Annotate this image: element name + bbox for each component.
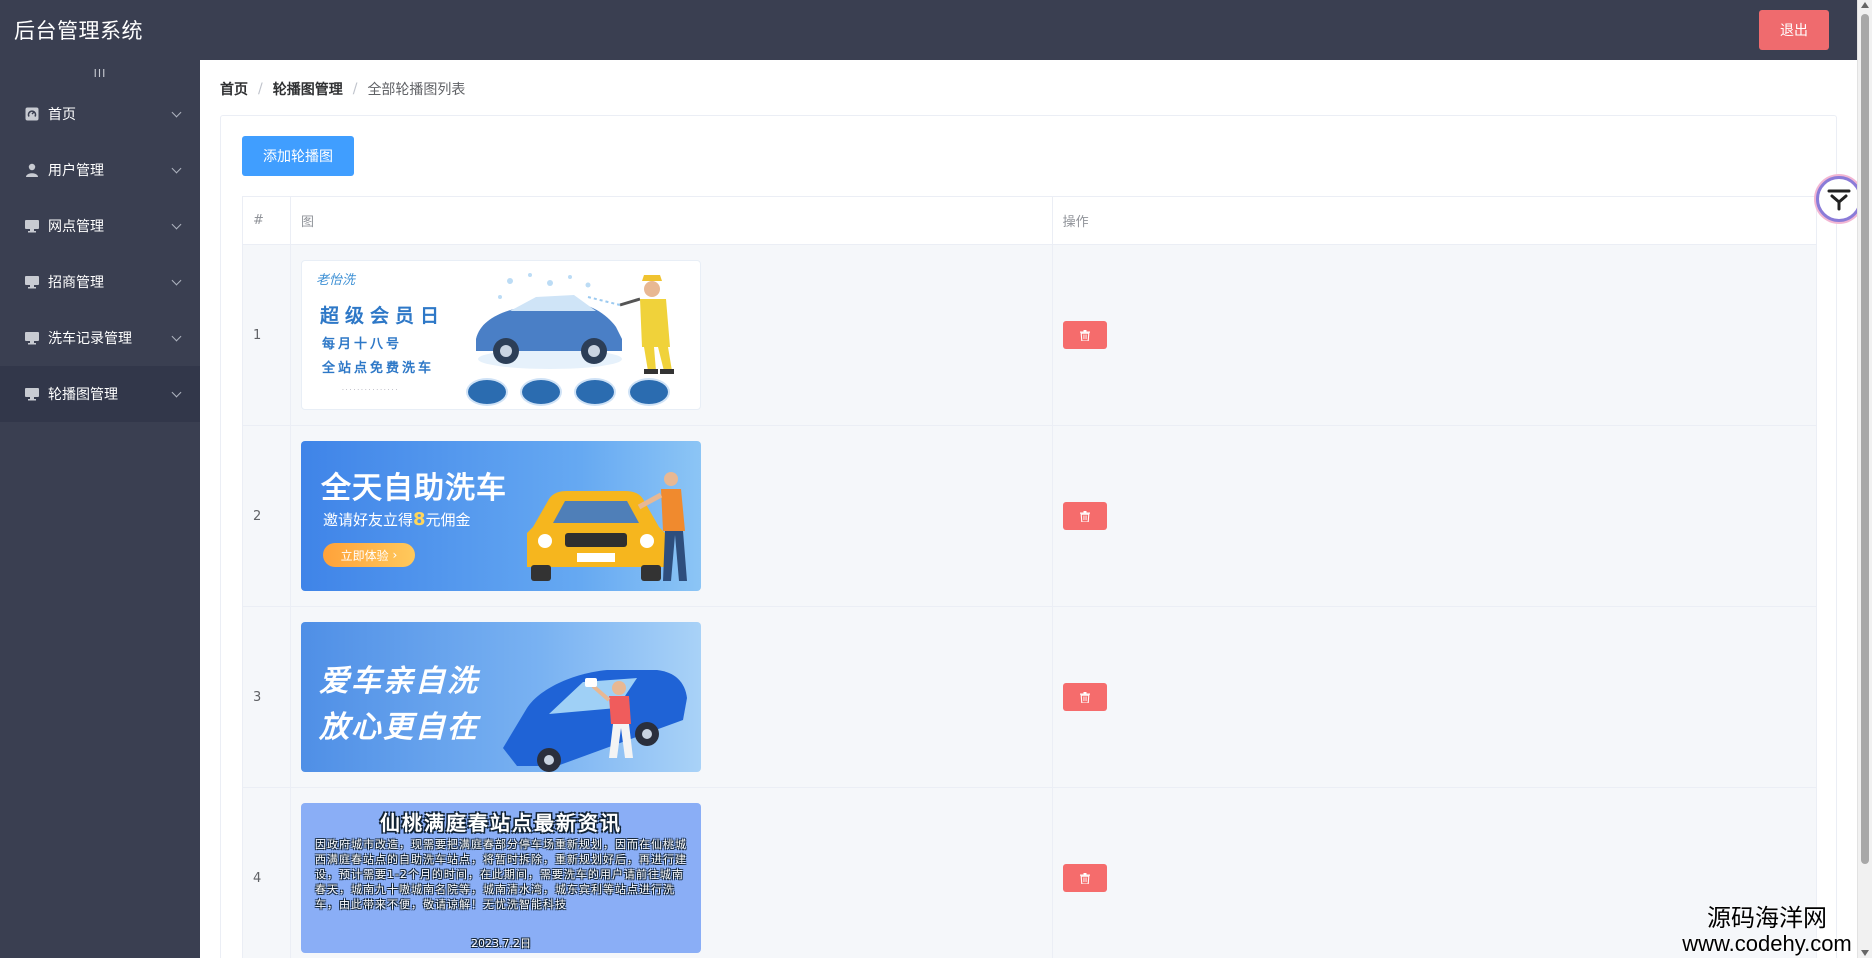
table-row: 1 老怡洗 超级会员日 每月十八号 全站点免费洗车 · · · · · · · …: [242, 244, 1818, 426]
chevron-down-icon: [171, 331, 182, 341]
banner-subline: 放心更自在: [318, 710, 479, 745]
breadcrumb-separator: /: [258, 81, 263, 97]
banner-subline: 邀请好友立得8元佣金: [323, 509, 471, 530]
user-icon: [24, 162, 40, 178]
dashboard-icon: [24, 106, 40, 122]
banner-headline: 爱车亲自洗: [318, 664, 479, 699]
carousel-image: 爱车亲自洗 放心更自在: [300, 622, 701, 772]
top-header: 后台管理系统 退出: [0, 0, 1857, 60]
car-wash-illustration: [475, 273, 674, 374]
sidebar-item-label: 轮播图管理: [48, 387, 118, 403]
banner-headline: 仙桃满庭春站点最新资讯: [379, 811, 622, 835]
sidebar-item-label: 网点管理: [48, 219, 104, 235]
breadcrumb-section[interactable]: 轮播图管理: [273, 79, 343, 99]
sidebar-item-carousel[interactable]: 轮播图管理: [0, 366, 200, 422]
table-row: 2 全天自助洗车 邀请好友立得8元佣金 立即体验 ›: [242, 425, 1818, 607]
breadcrumb-separator: /: [352, 81, 358, 97]
banner-body-text: 因政府城市改造，现需要把满庭春部分停车场重新规划，因而在仙桃城西满庭春站点的自助…: [314, 838, 687, 911]
monitor-icon: [24, 218, 40, 234]
trash-icon: [1079, 329, 1090, 341]
app-title: 后台管理系统: [14, 19, 143, 43]
main-content: 首页 / 轮播图管理 / 全部轮播图列表 添加轮播图 # 图 操作 1 老怡洗 …: [200, 60, 1857, 958]
sidebar-item-label: 首页: [48, 107, 76, 123]
table-row: 4 仙桃满庭春站点最新资讯 因政府城市改造，现需要把满庭春部分停车场重新规划，因…: [242, 787, 1818, 958]
row-index: 4: [242, 787, 291, 958]
banner-subline: 每月十八号: [321, 337, 402, 352]
scroll-up-arrow-icon[interactable]: [1861, 2, 1869, 8]
watermark-line2: www.codehy.com: [1682, 931, 1852, 956]
delete-button[interactable]: [1062, 321, 1107, 349]
carousel-image: 老怡洗 超级会员日 每月十八号 全站点免费洗车 · · · · · · · · …: [300, 260, 701, 410]
column-header-index: #: [242, 196, 291, 245]
row-index: 2: [242, 425, 291, 607]
row-index: 1: [242, 244, 291, 426]
sidebar: III 首页 用户管理 网点管理 招商管理 洗车记录管理 轮播图管理: [0, 60, 200, 958]
page-scrollbar[interactable]: [1857, 0, 1872, 958]
banner-fine-print: · · · · · · · · · · · · · · ·: [341, 387, 398, 394]
scroll-thumb[interactable]: [1861, 14, 1869, 864]
column-header-image: 图: [290, 196, 1053, 245]
banner-cta-label: 立即体验: [340, 548, 389, 563]
chevron-down-icon: [171, 275, 182, 285]
yellow-car-illustration: [526, 472, 687, 581]
row-index: 3: [242, 606, 291, 788]
sidebar-item-wash-records[interactable]: 洗车记录管理: [0, 310, 200, 366]
row-image-cell: 全天自助洗车 邀请好友立得8元佣金 立即体验 ›: [290, 425, 1053, 607]
banner-date: 2023.7.2日: [470, 937, 531, 950]
blue-car-illustration: [502, 670, 687, 772]
carousel-table: # 图 操作 1 老怡洗 超级会员日 每月十八号 全站点免费洗车 · · · ·…: [242, 196, 1818, 958]
sidebar-item-users[interactable]: 用户管理: [0, 142, 200, 198]
banner-cta: 立即体验 ›: [322, 543, 415, 567]
row-actions-cell: [1052, 425, 1818, 607]
breadcrumb-home[interactable]: 首页: [220, 79, 248, 99]
sidebar-item-label: 用户管理: [48, 163, 104, 179]
delete-button[interactable]: [1062, 502, 1107, 530]
breadcrumb-current: 全部轮播图列表: [367, 82, 466, 98]
watermark: 源码海洋网 www.codehy.com: [1668, 904, 1866, 956]
row-image-cell: 爱车亲自洗 放心更自在: [290, 606, 1053, 788]
banner-sub-suffix: 元佣金: [425, 511, 471, 529]
table-header-row: # 图 操作: [242, 196, 1818, 245]
add-carousel-button[interactable]: 添加轮播图: [242, 136, 354, 176]
sidebar-item-investment[interactable]: 招商管理: [0, 254, 200, 310]
chevron-down-icon: [171, 107, 182, 117]
sidebar-collapse-toggle[interactable]: III: [0, 60, 200, 86]
column-header-actions: 操作: [1052, 196, 1818, 245]
sidebar-item-home[interactable]: 首页: [0, 86, 200, 142]
chevron-down-icon: [171, 163, 182, 173]
banner-subline: 全站点免费洗车: [321, 361, 434, 376]
banner-brand: 老怡洗: [315, 273, 355, 288]
banner-sub-amount: 8: [412, 509, 426, 530]
chevron-down-icon: [171, 387, 182, 397]
list-card: 添加轮播图 # 图 操作 1 老怡洗 超级会员日 每月十八号 全站点免费洗车 ·…: [220, 115, 1837, 958]
trash-icon: [1079, 510, 1090, 522]
chevron-down-icon: [171, 219, 182, 229]
row-actions-cell: [1052, 606, 1818, 788]
banner-headline: 全天自助洗车: [320, 471, 507, 506]
trash-icon: [1079, 691, 1090, 703]
service-icons: [465, 378, 670, 406]
monitor-icon: [24, 274, 40, 290]
delete-button[interactable]: [1062, 864, 1107, 892]
delete-button[interactable]: [1062, 683, 1107, 711]
breadcrumb: 首页 / 轮播图管理 / 全部轮播图列表: [220, 79, 465, 99]
sidebar-item-outlets[interactable]: 网点管理: [0, 198, 200, 254]
carousel-image: 全天自助洗车 邀请好友立得8元佣金 立即体验 ›: [300, 441, 701, 591]
sidebar-item-label: 招商管理: [48, 275, 104, 291]
sidebar-item-label: 洗车记录管理: [48, 331, 132, 347]
floating-assistant-button[interactable]: [1816, 176, 1862, 222]
carousel-image: 仙桃满庭春站点最新资讯 因政府城市改造，现需要把满庭春部分停车场重新规划，因而在…: [300, 803, 701, 953]
monitor-icon: [24, 330, 40, 346]
monitor-icon: [24, 386, 40, 402]
trash-icon: [1079, 872, 1090, 884]
row-image-cell: 老怡洗 超级会员日 每月十八号 全站点免费洗车 · · · · · · · · …: [290, 244, 1053, 426]
assistant-logo-icon: [1827, 189, 1851, 211]
watermark-line1: 源码海洋网: [1707, 904, 1827, 932]
row-actions-cell: [1052, 244, 1818, 426]
row-image-cell: 仙桃满庭春站点最新资讯 因政府城市改造，现需要把满庭春部分停车场重新规划，因而在…: [290, 787, 1053, 958]
table-row: 3 爱车亲自洗 放心更自在: [242, 606, 1818, 788]
banner-headline: 超级会员日: [319, 305, 445, 327]
logout-button[interactable]: 退出: [1759, 10, 1829, 50]
banner-sub-prefix: 邀请好友立得: [322, 511, 413, 529]
